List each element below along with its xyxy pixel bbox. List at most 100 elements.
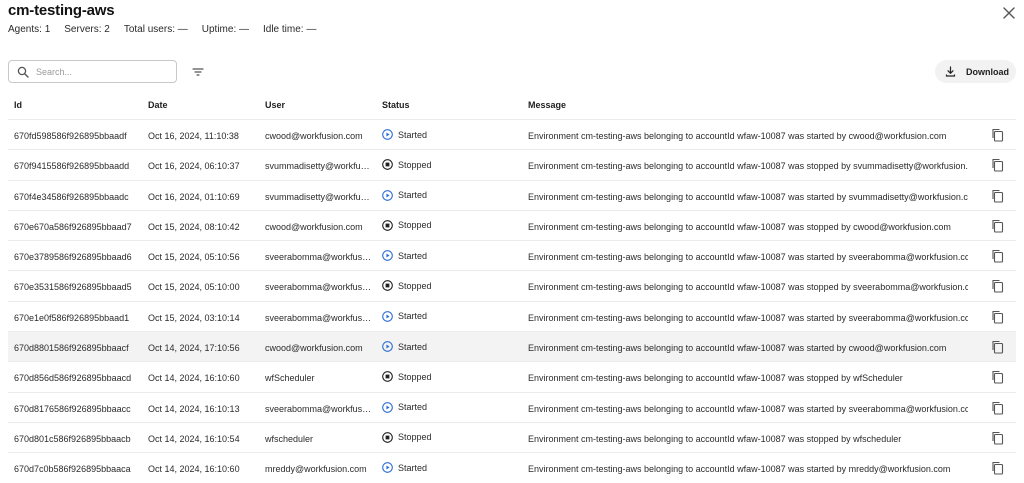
close-icon[interactable] xyxy=(1000,4,1018,22)
cell-id: 670e3789586f926895bbaad6 xyxy=(14,252,132,263)
stat-agents: Agents: 1 xyxy=(8,24,51,35)
events-table: Id Date User Status Message 670fd598586f… xyxy=(8,92,1016,483)
copy-icon[interactable] xyxy=(991,370,1004,384)
table-row[interactable]: 670f4e34586f926895bbaadc Oct 16, 2024, 01… xyxy=(8,179,1016,210)
download-icon xyxy=(945,66,956,77)
filter-icon[interactable] xyxy=(190,64,206,80)
play-circle-icon xyxy=(382,250,393,262)
copy-icon[interactable] xyxy=(991,219,1004,233)
table-header: Id Date User Status Message xyxy=(8,92,1016,119)
stat-idle-time: Idle time: — xyxy=(263,24,317,35)
search-box[interactable] xyxy=(8,60,177,83)
play-circle-icon xyxy=(382,462,393,474)
table-row[interactable]: 670e670a586f926895bbaad7 Oct 15, 2024, 08… xyxy=(8,209,1016,240)
status-label: Started xyxy=(398,311,428,322)
cell-id: 670f9415586f926895bbaadd xyxy=(14,161,130,172)
stop-circle-icon xyxy=(382,159,393,171)
cell-date: Oct 15, 2024, 03:10:14 xyxy=(148,312,240,323)
cell-message: Environment cm-testing-aws belonging to … xyxy=(528,221,951,232)
cell-status: Started xyxy=(382,189,428,201)
cell-date: Oct 15, 2024, 08:10:42 xyxy=(148,221,240,232)
cell-user: sveerabomma@workfusio... xyxy=(265,282,373,293)
status-label: Started xyxy=(398,341,428,352)
cell-user: sveerabomma@workfusio... xyxy=(265,403,373,414)
stat-total-users: Total users: — xyxy=(123,24,188,35)
cell-message: Environment cm-testing-aws belonging to … xyxy=(528,252,968,263)
status-label: Started xyxy=(398,402,428,413)
copy-icon[interactable] xyxy=(991,461,1004,475)
cell-message: Environment cm-testing-aws belonging to … xyxy=(528,464,951,475)
cell-status: Started xyxy=(382,462,427,474)
table-row[interactable]: 670fd598586f926895bbaadf Oct 16, 2024, 11… xyxy=(8,119,1016,149)
cell-message: Environment cm-testing-aws belonging to … xyxy=(528,343,947,354)
table-row[interactable]: 670f9415586f926895bbaadd Oct 16, 2024, 06… xyxy=(8,149,1016,179)
cell-user: mreddy@workfusion.com xyxy=(265,464,367,475)
cell-message: Environment cm-testing-aws belonging to … xyxy=(528,191,968,202)
cell-date: Oct 14, 2024, 16:10:54 xyxy=(148,433,240,444)
copy-icon[interactable] xyxy=(991,431,1004,445)
cell-message: Environment cm-testing-aws belonging to … xyxy=(528,373,903,384)
cell-id: 670d8801586f926895bbaacf xyxy=(14,343,129,354)
stop-circle-icon xyxy=(382,220,393,231)
copy-icon[interactable] xyxy=(991,401,1004,415)
cell-message: Environment cm-testing-aws belonging to … xyxy=(528,131,947,141)
column-header-message[interactable]: Message xyxy=(528,100,968,110)
column-header-date[interactable]: Date xyxy=(148,100,260,110)
stop-circle-icon xyxy=(382,371,393,383)
status-label: Started xyxy=(398,190,428,201)
cell-message: Environment cm-testing-aws belonging to … xyxy=(528,282,968,293)
table-row[interactable]: 670d856d586f926895bbaacd Oct 14, 2024, 16… xyxy=(8,361,1016,391)
cell-message: Environment cm-testing-aws belonging to … xyxy=(528,403,968,414)
table-row[interactable]: 670d7c0b586f926895bbaaca Oct 14, 2024, 16… xyxy=(8,452,1016,482)
stat-servers: Servers: 2 xyxy=(64,24,110,35)
status-label: Stopped xyxy=(398,280,432,291)
cell-id: 670d856d586f926895bbaacd xyxy=(14,373,132,384)
cell-date: Oct 16, 2024, 11:10:38 xyxy=(148,131,239,141)
table-row[interactable]: 670d8176586f926895bbaacc Oct 14, 2024, 16… xyxy=(8,391,1016,422)
copy-icon[interactable] xyxy=(991,310,1004,324)
play-circle-icon xyxy=(382,401,393,413)
status-label: Stopped xyxy=(398,159,432,170)
copy-icon[interactable] xyxy=(991,340,1004,354)
copy-icon[interactable] xyxy=(991,158,1004,172)
download-button[interactable]: Download xyxy=(935,60,1016,83)
column-header-id[interactable]: Id xyxy=(14,100,144,110)
table-row[interactable]: 670d801c586f926895bbaacb Oct 14, 2024, 16… xyxy=(8,421,1016,452)
environment-stats: Agents: 1 Servers: 2 Total users: — Upti… xyxy=(8,24,330,35)
cell-id: 670d8176586f926895bbaacc xyxy=(14,403,131,414)
copy-icon[interactable] xyxy=(991,128,1004,142)
cell-date: Oct 15, 2024, 05:10:56 xyxy=(148,252,240,263)
cell-user: wfscheduler xyxy=(265,433,314,444)
copy-icon[interactable] xyxy=(991,279,1004,294)
cell-user: svummadisetty@workfusi... xyxy=(265,161,373,172)
column-header-user[interactable]: User xyxy=(265,100,373,110)
cell-id: 670d7c0b586f926895bbaaca xyxy=(14,464,131,475)
cell-user: svummadisetty@workfusi... xyxy=(265,191,373,202)
status-label: Started xyxy=(398,250,428,261)
cell-user: sveerabomma@workfusio... xyxy=(265,312,373,323)
cell-id: 670d801c586f926895bbaacb xyxy=(14,433,131,444)
play-circle-icon xyxy=(382,129,393,140)
copy-icon[interactable] xyxy=(991,249,1004,263)
cell-date: Oct 16, 2024, 01:10:69 xyxy=(148,191,240,202)
copy-icon[interactable] xyxy=(991,189,1004,203)
search-icon xyxy=(17,66,29,78)
table-row[interactable]: 670e3531586f926895bbaad5 Oct 15, 2024, 05… xyxy=(8,270,1016,300)
column-header-status[interactable]: Status xyxy=(382,100,492,110)
cell-message: Environment cm-testing-aws belonging to … xyxy=(528,161,968,172)
cell-id: 670e670a586f926895bbaad7 xyxy=(14,221,132,232)
cell-user: cwood@workfusion.com xyxy=(265,343,363,354)
stat-uptime: Uptime: — xyxy=(201,24,249,35)
cell-id: 670fd598586f926895bbaadf xyxy=(14,131,127,141)
table-row[interactable]: 670d8801586f926895bbaacf Oct 14, 2024, 17… xyxy=(8,331,1016,362)
stop-circle-icon xyxy=(382,280,393,292)
search-input[interactable] xyxy=(36,66,166,77)
cell-status: Stopped xyxy=(382,280,432,292)
stop-circle-icon xyxy=(382,432,393,443)
status-label: Stopped xyxy=(398,432,432,443)
cell-date: Oct 14, 2024, 16:10:60 xyxy=(148,464,240,475)
table-row[interactable]: 670e1e0f586f926895bbaad1 Oct 15, 2024, 03… xyxy=(8,300,1016,331)
table-row[interactable]: 670e3789586f926895bbaad6 Oct 15, 2024, 05… xyxy=(8,240,1016,270)
status-label: Stopped xyxy=(398,371,432,382)
cell-date: Oct 15, 2024, 05:10:00 xyxy=(148,282,240,293)
